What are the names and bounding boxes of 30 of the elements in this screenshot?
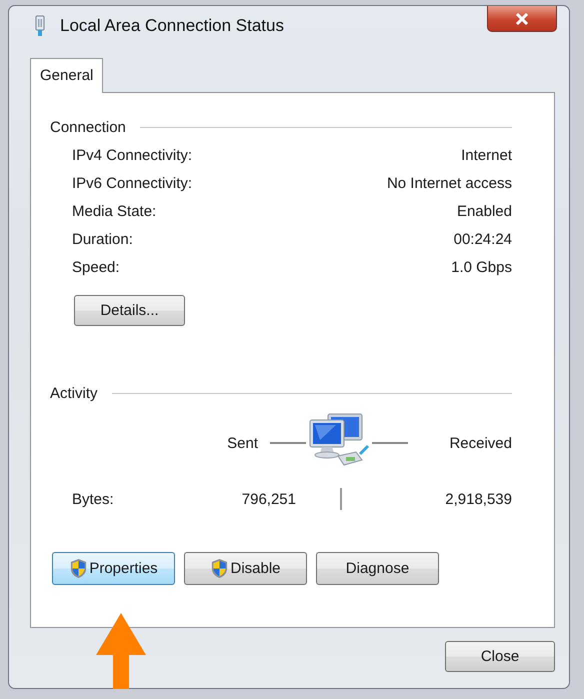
received-label: Received	[448, 434, 512, 452]
field-label: IPv4 Connectivity:	[72, 147, 194, 164]
field-value: 1.0 Gbps	[450, 259, 512, 276]
group-heading: Connection	[50, 119, 126, 136]
tab[interactable]: General	[30, 58, 104, 93]
close-dialog-button[interactable]: Close	[445, 641, 555, 672]
window-title: Local Area Connection Status	[60, 16, 285, 36]
action-button[interactable]: Disable	[184, 552, 307, 585]
bytes-received-value: 2,918,539	[444, 490, 512, 508]
field-label: Speed:	[72, 259, 121, 276]
shield-icon	[210, 558, 230, 579]
bytes-sent-value: 796,251	[242, 490, 296, 508]
field-label: IPv6 Connectivity:	[72, 175, 194, 192]
sent-label: Sent	[226, 434, 259, 452]
bytes-label: Bytes:	[72, 490, 115, 508]
field-value: Internet	[460, 147, 512, 164]
field-value: 00:24:24	[452, 231, 512, 248]
field-label: Media State:	[72, 203, 158, 220]
action-button[interactable]: Properties	[52, 552, 175, 585]
network-adapter-icon	[34, 15, 46, 37]
details-button[interactable]: Details...	[74, 295, 185, 326]
close-icon	[515, 12, 529, 24]
field-label: Duration:	[72, 231, 134, 248]
action-button[interactable]: Diagnose	[316, 552, 439, 585]
shield-icon	[69, 558, 88, 579]
up-arrow-icon	[96, 613, 146, 689]
field-value: Enabled	[456, 203, 512, 220]
field-value: No Internet access	[386, 175, 512, 192]
group-heading: Activity	[50, 385, 98, 402]
close-button[interactable]	[487, 6, 557, 32]
